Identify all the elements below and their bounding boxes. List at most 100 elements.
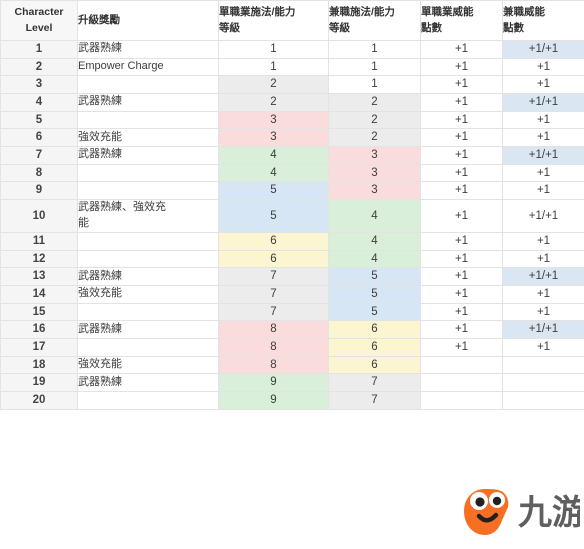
reward-line: 武器熟練 [78, 375, 122, 388]
table-row: 15 7 5 +1 +1 [0, 302, 584, 322]
cell-single-class-casting-level: 8 [218, 337, 329, 357]
cell-character-level: 13 [0, 267, 78, 286]
cell-multiclass-power-points [502, 355, 584, 375]
cell-single-class-power-points: +1 [420, 93, 503, 112]
cell-multiclass-casting-level: 1 [328, 40, 421, 59]
cell-level-reward [77, 181, 219, 201]
cell-level-reward [77, 110, 219, 130]
cell-character-level: 18 [0, 355, 78, 375]
cell-single-class-casting-level: 6 [218, 231, 329, 251]
table-row: 4 武器熟練 2 2 +1 +1/+1 [0, 93, 584, 112]
cell-single-class-power-points: +1 [420, 40, 503, 59]
cell-level-reward: 強效充能 [77, 355, 219, 375]
cell-single-class-power-points: +1 [420, 249, 503, 269]
cell-single-class-casting-level: 7 [218, 302, 329, 322]
table-header: Character Level 升級獎勵 單職業施法/能力 等級 兼職施法/能力 等級 單職業… [0, 0, 584, 41]
cell-single-class-casting-level: 2 [218, 75, 329, 95]
cell-character-level: 6 [0, 128, 78, 148]
cell-character-level: 17 [0, 337, 78, 357]
table-row: 3 2 1 +1 +1 [0, 75, 584, 95]
cell-single-class-power-points: +1 [420, 199, 503, 233]
table-row: 9 5 3 +1 +1 [0, 181, 584, 201]
cell-single-class-casting-level: 7 [218, 284, 329, 304]
table-row: 2 Empower Charge 1 1 +1 +1 [0, 57, 584, 77]
cell-single-class-power-points: +1 [420, 320, 503, 339]
cell-multiclass-power-points [502, 390, 584, 410]
cell-level-reward [77, 337, 219, 357]
cell-multiclass-power-points [502, 373, 584, 392]
cell-level-reward [77, 249, 219, 269]
cell-single-class-power-points [420, 373, 503, 392]
cell-single-class-casting-level: 7 [218, 267, 329, 286]
cell-single-class-casting-level: 4 [218, 163, 329, 183]
cell-single-class-casting-level: 2 [218, 93, 329, 112]
reward-line: 武器熟練 [78, 42, 122, 55]
cell-level-reward: 強效充能 [77, 128, 219, 148]
cell-multiclass-power-points: +1 [502, 110, 584, 130]
reward-line: 武器熟練、強效充 [78, 201, 166, 214]
table-row: 19 武器熟練 9 7 [0, 373, 584, 392]
cell-character-level: 14 [0, 284, 78, 304]
cell-character-level: 4 [0, 93, 78, 112]
cell-multiclass-power-points: +1/+1 [502, 40, 584, 59]
cell-multiclass-casting-level: 1 [328, 57, 421, 77]
cell-multiclass-power-points: +1 [502, 231, 584, 251]
cell-multiclass-power-points: +1 [502, 75, 584, 95]
cell-character-level: 8 [0, 163, 78, 183]
cell-single-class-casting-level: 1 [218, 57, 329, 77]
watermark-text: 九游 [518, 494, 580, 532]
column-header-line: 等級 [329, 21, 350, 34]
cell-character-level: 7 [0, 146, 78, 165]
cell-multiclass-casting-level: 5 [328, 267, 421, 286]
cell-level-reward: 強效充能 [77, 284, 219, 304]
cell-multiclass-casting-level: 3 [328, 146, 421, 165]
table-body: 1 武器熟練 1 1 +1 +1/+1 2 Empower Charge 1 1 +1 +1 3 2 1 +… [0, 40, 584, 410]
table-row: 8 4 3 +1 +1 [0, 163, 584, 183]
cell-multiclass-casting-level: 1 [328, 75, 421, 95]
cell-single-class-casting-level: 5 [218, 199, 329, 233]
cell-multiclass-casting-level: 3 [328, 181, 421, 201]
table-row: 11 6 4 +1 +1 [0, 231, 584, 251]
cell-multiclass-casting-level: 5 [328, 302, 421, 322]
cell-multiclass-power-points: +1/+1 [502, 320, 584, 339]
cell-character-level: 1 [0, 40, 78, 59]
header-row: Character Level 升級獎勵 單職業施法/能力 等級 兼職施法/能力 等級 單職業… [0, 0, 584, 41]
cell-multiclass-casting-level: 6 [328, 337, 421, 357]
cell-single-class-casting-level: 3 [218, 128, 329, 148]
cell-single-class-power-points: +1 [420, 267, 503, 286]
cell-single-class-power-points: +1 [420, 75, 503, 95]
column-header-line: 單職業威能 [421, 6, 474, 19]
column-header-single-class-power-points: 單職業威能 點數 [420, 0, 503, 41]
cell-level-reward: Empower Charge [77, 57, 219, 77]
cell-single-class-casting-level: 3 [218, 110, 329, 130]
cell-single-class-power-points [420, 390, 503, 410]
cell-single-class-casting-level: 4 [218, 146, 329, 165]
cell-level-reward: 武器熟練、強效充能 [77, 199, 219, 233]
column-header-line: Character [14, 6, 64, 19]
cell-character-level: 16 [0, 320, 78, 339]
cell-multiclass-casting-level: 4 [328, 199, 421, 233]
cell-character-level: 10 [0, 199, 78, 233]
cell-level-reward: 武器熟練 [77, 40, 219, 59]
cell-single-class-casting-level: 6 [218, 249, 329, 269]
cell-level-reward [77, 75, 219, 95]
cell-multiclass-power-points: +1 [502, 337, 584, 357]
reward-line: 強效充能 [78, 130, 122, 143]
cell-multiclass-power-points: +1/+1 [502, 93, 584, 112]
table-row: 17 8 6 +1 +1 [0, 337, 584, 357]
cell-single-class-casting-level: 8 [218, 320, 329, 339]
reward-line: 能 [78, 216, 89, 229]
cell-multiclass-power-points: +1 [502, 181, 584, 201]
cell-multiclass-casting-level: 2 [328, 93, 421, 112]
cell-single-class-power-points: +1 [420, 337, 503, 357]
cell-character-level: 11 [0, 231, 78, 251]
cell-multiclass-power-points: +1/+1 [502, 267, 584, 286]
spreadsheet-canvas: Character Level 升級獎勵 單職業施法/能力 等級 兼職施法/能力 等級 單職業… [0, 0, 584, 549]
reward-line: 強效充能 [78, 287, 122, 300]
cell-character-level: 19 [0, 373, 78, 392]
table-row: 10 武器熟練、強效充能 5 4 +1 +1/+1 [0, 199, 584, 233]
cell-multiclass-casting-level: 4 [328, 249, 421, 269]
reward-line: 武器熟練 [78, 322, 122, 335]
cell-multiclass-power-points: +1 [502, 249, 584, 269]
column-header-line: 升級獎勵 [78, 13, 120, 26]
